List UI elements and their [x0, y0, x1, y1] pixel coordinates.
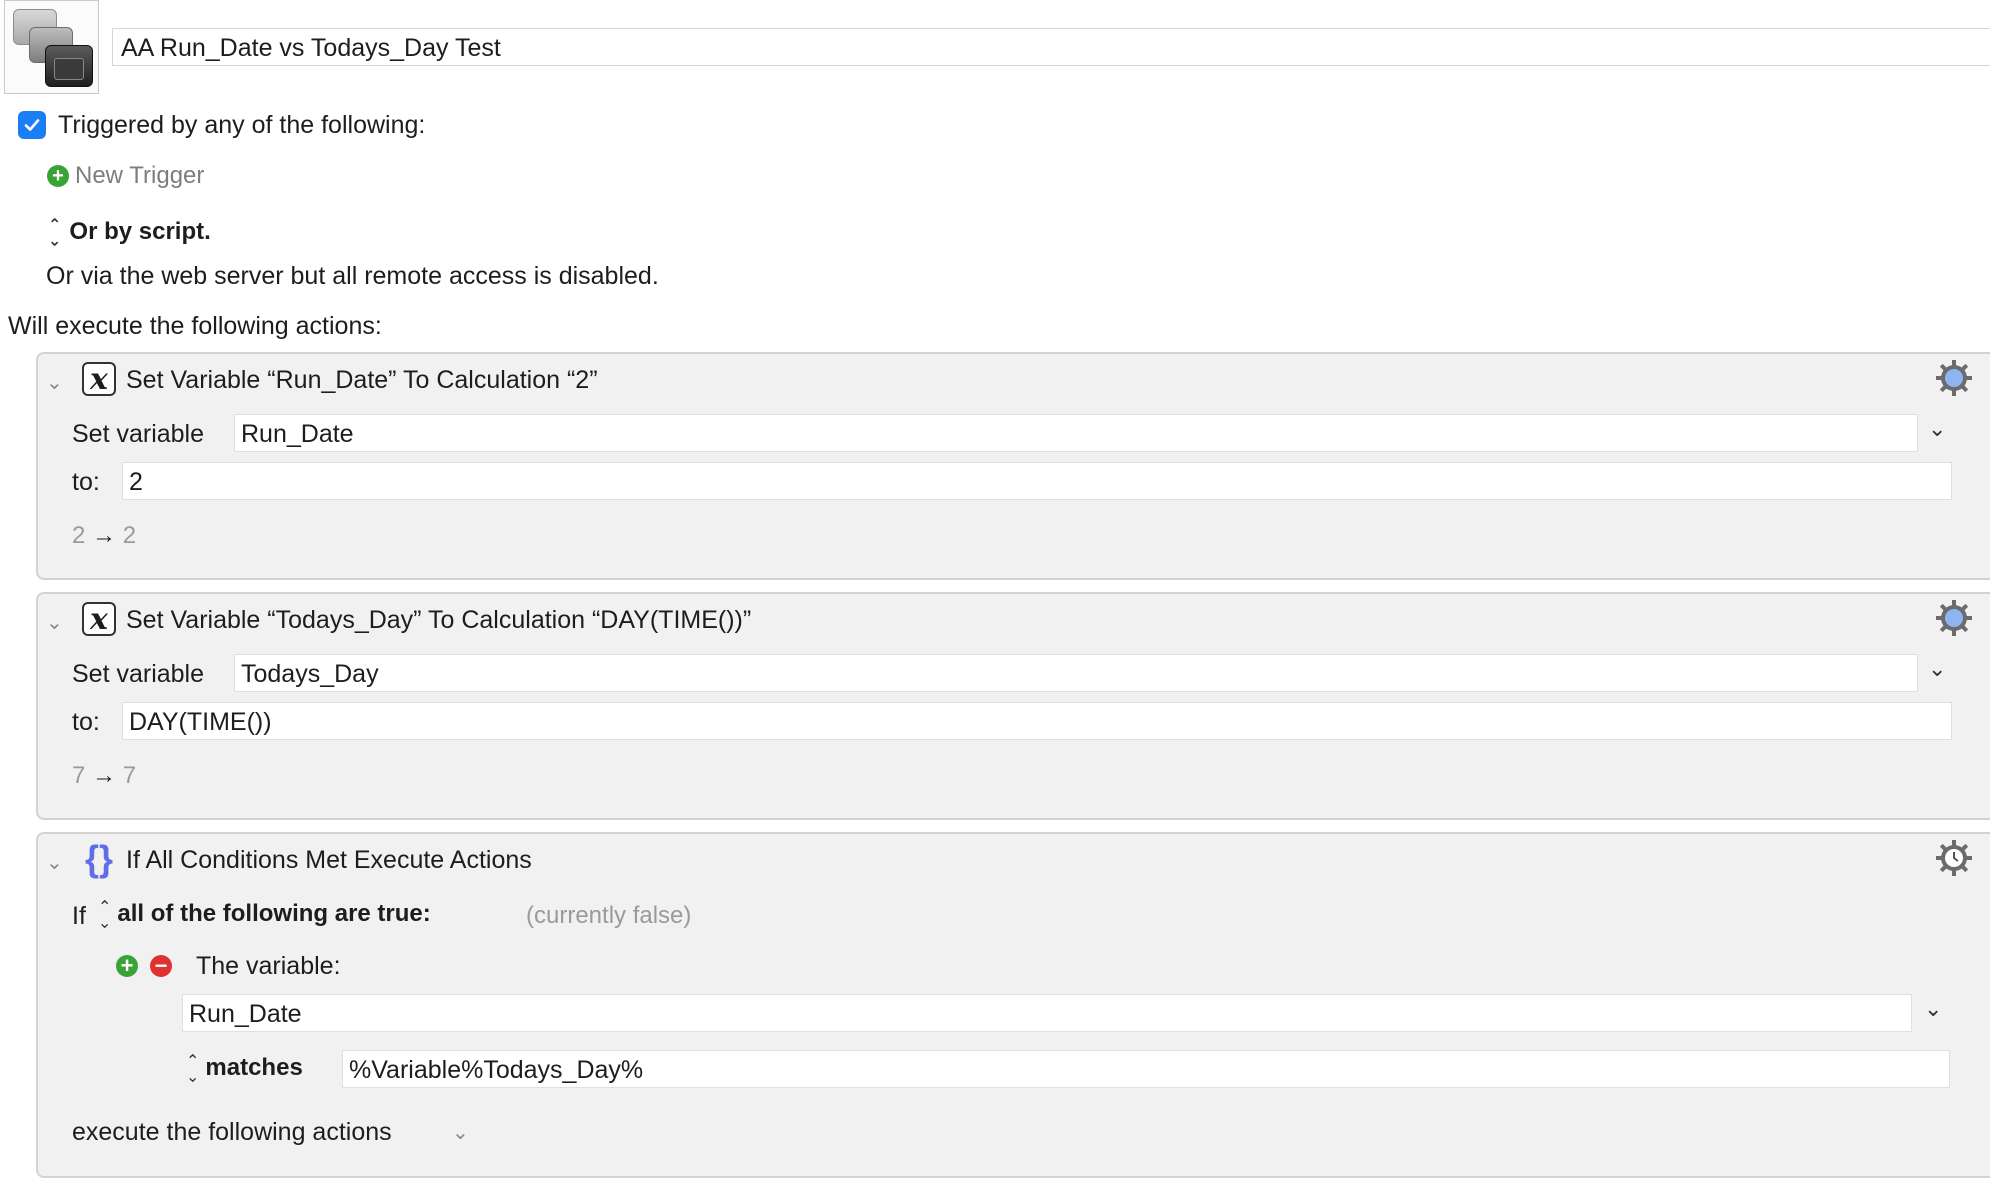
action-set-variable-run-date[interactable]: ⌄ x Set Variable “Run_Date” To Calculati… — [36, 352, 1990, 580]
set-variable-label: Set variable — [72, 420, 205, 448]
braces-icon: {} — [84, 838, 114, 879]
execute-actions-label: execute the following actions — [72, 1118, 392, 1146]
macro-name-field[interactable]: AA Run_Date vs Todays_Day Test — [112, 28, 1990, 66]
new-trigger-label: New Trigger — [75, 162, 205, 189]
variable-x-icon: x — [82, 602, 116, 636]
result-preview: 2 → 2 — [72, 522, 137, 549]
macro-icon[interactable] — [4, 0, 99, 94]
gear-clock-icon[interactable] — [1934, 838, 1974, 878]
condition-type-label: The variable: — [196, 952, 341, 980]
action-title: If All Conditions Met Execute Actions — [126, 846, 532, 874]
triggered-label: Triggered by any of the following: — [58, 111, 426, 139]
calculation-field[interactable]: 2 — [122, 462, 1952, 500]
variable-x-icon: x — [82, 362, 116, 396]
add-condition-icon[interactable]: + — [116, 955, 138, 977]
collapse-chevron-icon[interactable]: ⌄ — [46, 610, 63, 635]
operator-popup[interactable]: ⌃ ⌃ matches — [186, 1053, 303, 1084]
variable-dropdown-chevron-icon[interactable]: ⌄ — [1928, 416, 1946, 442]
execute-actions-chevron-icon[interactable]: ⌄ — [452, 1120, 469, 1145]
set-variable-label: Set variable — [72, 660, 205, 688]
action-set-variable-todays-day[interactable]: ⌄ x Set Variable “Todays_Day” To Calcula… — [36, 592, 1990, 820]
gear-icon[interactable] — [1934, 598, 1974, 638]
variable-name-field[interactable]: Run_Date — [234, 414, 1918, 452]
condition-mode-popup[interactable]: ⌃ ⌃ all of the following are true: — [98, 899, 431, 930]
calculation-field[interactable]: DAY(TIME()) — [122, 702, 1952, 740]
web-server-note: Or via the web server but all remote acc… — [46, 262, 659, 290]
condition-variable-dropdown-chevron-icon[interactable]: ⌄ — [1924, 996, 1942, 1022]
disclosure-updown-icon: ⌃ ⌃ — [186, 1053, 200, 1084]
variable-dropdown-chevron-icon[interactable]: ⌄ — [1928, 656, 1946, 682]
collapse-chevron-icon[interactable]: ⌄ — [46, 850, 63, 875]
action-if-conditions[interactable]: ⌄ {} If All Conditions Met Execute Actio… — [36, 832, 1990, 1178]
variable-name-field[interactable]: Todays_Day — [234, 654, 1918, 692]
collapse-chevron-icon[interactable]: ⌄ — [46, 370, 63, 395]
new-trigger-button[interactable]: + New Trigger — [47, 162, 204, 190]
condition-status: (currently false) — [526, 902, 692, 929]
action-title: Set Variable “Todays_Day” To Calculation… — [126, 606, 752, 634]
condition-mode-label: all of the following are true: — [117, 900, 431, 927]
if-label: If — [72, 902, 86, 930]
disclosure-updown-icon: ⌃ ⌃ — [48, 217, 62, 248]
or-by-script-toggle[interactable]: ⌃ ⌃ Or by script. — [48, 217, 211, 248]
action-title: Set Variable “Run_Date” To Calculation “… — [126, 366, 598, 394]
disclosure-updown-icon: ⌃ ⌃ — [98, 899, 112, 930]
add-circle-icon: + — [47, 165, 69, 187]
to-label: to: — [72, 708, 100, 736]
compare-value-field[interactable]: %Variable%Todays_Day% — [342, 1050, 1950, 1088]
or-by-script-label: Or by script. — [69, 218, 211, 245]
operator-label: matches — [205, 1054, 303, 1081]
checkmark-icon — [24, 119, 40, 131]
triggered-checkbox[interactable] — [18, 111, 46, 139]
actions-header: Will execute the following actions: — [8, 312, 382, 340]
gear-icon[interactable] — [1934, 358, 1974, 398]
result-preview: 7 → 7 — [72, 762, 137, 789]
condition-variable-field[interactable]: Run_Date — [182, 994, 1912, 1032]
to-label: to: — [72, 468, 100, 496]
remove-condition-icon[interactable]: − — [150, 955, 172, 977]
